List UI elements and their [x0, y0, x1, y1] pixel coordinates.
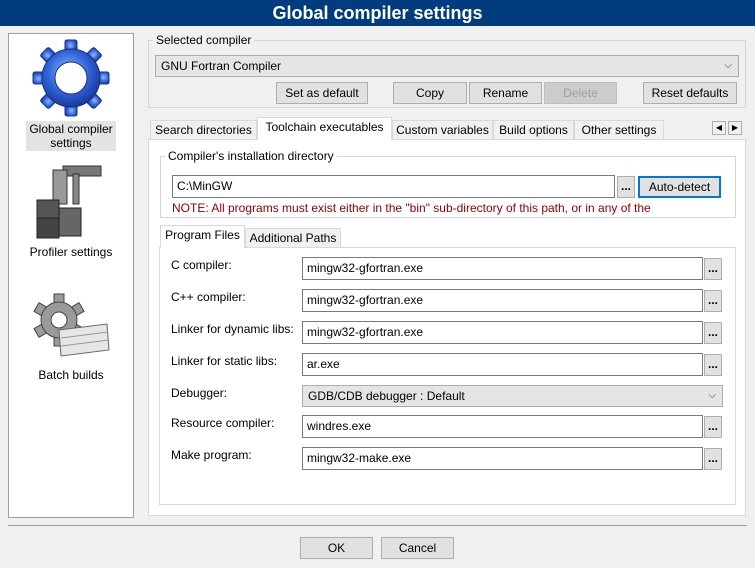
cancel-button[interactable]: Cancel: [381, 537, 454, 559]
installation-directory-input[interactable]: C:\MinGW: [172, 175, 615, 198]
set-as-default-button[interactable]: Set as default: [276, 82, 368, 104]
compiler-select[interactable]: GNU Fortran Compiler ⌵: [155, 55, 739, 77]
sidebar-item-label: Batch builds: [38, 368, 104, 382]
browse-resource-compiler-button[interactable]: ...: [704, 416, 722, 438]
linker-dynamic-input[interactable]: mingw32-gfortran.exe: [302, 321, 703, 344]
sidebar-item-label: Global compiler settings: [26, 121, 116, 151]
tab-build-options[interactable]: Build options: [493, 120, 574, 140]
resource-compiler-input[interactable]: windres.exe: [302, 415, 703, 438]
linker-static-label: Linker for static libs:: [171, 354, 278, 368]
installation-directory-label: Compiler's installation directory: [165, 149, 337, 163]
linker-dynamic-label: Linker for dynamic libs:: [171, 322, 294, 336]
sidebar-item-batch-builds[interactable]: Batch builds: [9, 367, 133, 383]
profiler-icon: [33, 160, 113, 240]
compiler-select-value: GNU Fortran Compiler: [161, 59, 282, 73]
debugger-label: Debugger:: [171, 386, 228, 400]
tab-scroll-right-button[interactable]: ▶: [728, 121, 742, 135]
subtab-program-files[interactable]: Program Files: [160, 225, 245, 248]
make-program-label: Make program:: [171, 448, 252, 462]
sidebar: Global compiler settings Profiler settin…: [8, 33, 134, 518]
browse-linker-dynamic-button[interactable]: ...: [704, 322, 722, 344]
tab-toolchain-executables[interactable]: Toolchain executables: [257, 117, 392, 140]
rename-button[interactable]: Rename: [469, 82, 542, 104]
ok-button[interactable]: OK: [300, 537, 373, 559]
sidebar-item-label: Profiler settings: [29, 245, 113, 259]
batch-builds-icon: [31, 290, 113, 360]
delete-button[interactable]: Delete: [544, 82, 617, 104]
auto-detect-button[interactable]: Auto-detect: [638, 176, 721, 198]
c-compiler-label: C compiler:: [171, 258, 232, 272]
tab-search-directories[interactable]: Search directories: [150, 120, 257, 140]
gear-icon: [29, 38, 113, 118]
tab-other-settings[interactable]: Other settings: [574, 120, 664, 140]
browse-installation-button[interactable]: ...: [617, 176, 635, 198]
tab-custom-variables[interactable]: Custom variables: [392, 120, 493, 140]
c-compiler-input[interactable]: mingw32-gfortran.exe: [302, 257, 703, 280]
cpp-compiler-label: C++ compiler:: [171, 290, 246, 304]
subtab-additional-paths[interactable]: Additional Paths: [245, 228, 341, 248]
make-program-input[interactable]: mingw32-make.exe: [302, 447, 703, 470]
chevron-down-icon: ⌵: [708, 390, 716, 401]
browse-c-compiler-button[interactable]: ...: [704, 258, 722, 280]
browse-linker-static-button[interactable]: ...: [704, 354, 722, 376]
cpp-compiler-input[interactable]: mingw32-gfortran.exe: [302, 289, 703, 312]
browse-make-program-button[interactable]: ...: [704, 448, 722, 470]
linker-static-input[interactable]: ar.exe: [302, 353, 703, 376]
reset-defaults-button[interactable]: Reset defaults: [643, 82, 737, 104]
installation-note: NOTE: All programs must exist either in …: [172, 201, 651, 215]
resource-compiler-label: Resource compiler:: [171, 416, 275, 430]
chevron-down-icon: ⌵: [724, 60, 732, 71]
copy-button[interactable]: Copy: [393, 82, 467, 104]
browse-cpp-compiler-button[interactable]: ...: [704, 290, 722, 312]
debugger-select[interactable]: GDB/CDB debugger : Default ⌵: [302, 385, 723, 407]
tab-scroll-left-button[interactable]: ◀: [712, 121, 726, 135]
sidebar-item-global-compiler-settings[interactable]: Global compiler settings: [9, 121, 133, 151]
footer-separator: [8, 525, 747, 526]
selected-compiler-label: Selected compiler: [153, 33, 255, 47]
window-title: Global compiler settings: [0, 0, 755, 26]
sidebar-item-profiler-settings[interactable]: Profiler settings: [9, 244, 133, 260]
debugger-select-value: GDB/CDB debugger : Default: [308, 389, 465, 403]
